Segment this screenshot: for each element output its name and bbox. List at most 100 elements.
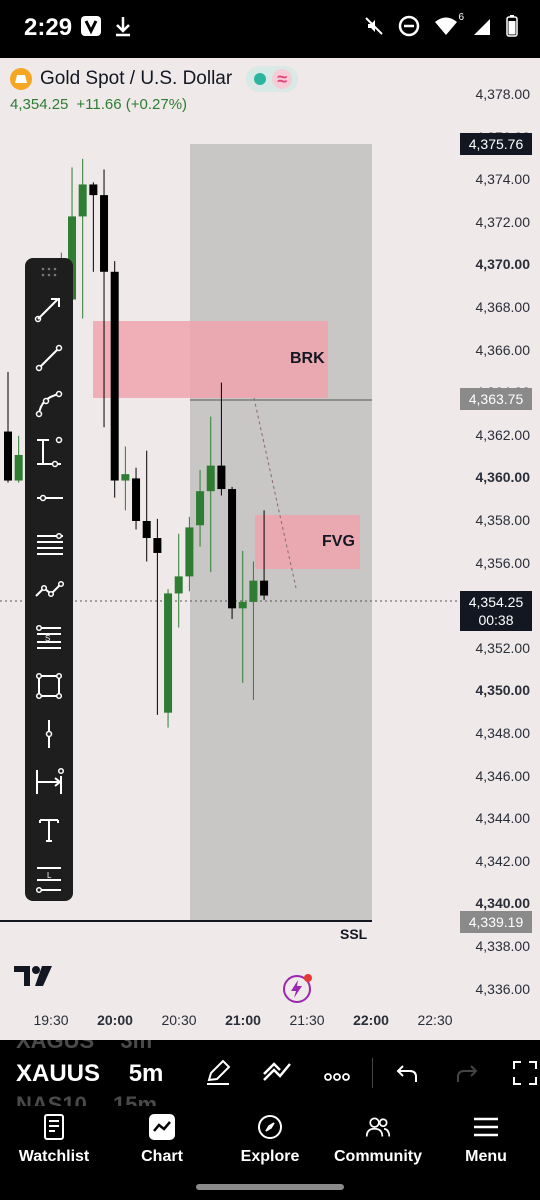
- long-position-tool-icon[interactable]: L: [29, 858, 69, 898]
- price-axis-label: 4,338.00: [475, 938, 531, 954]
- drawing-toolbar[interactable]: S L: [25, 258, 73, 901]
- candle: [228, 486, 237, 619]
- dnd-icon: [398, 15, 420, 42]
- price-axis-label: 4,366.00: [475, 341, 531, 358]
- price-axis-label: 4,336.00: [475, 980, 531, 997]
- bottom-nav[interactable]: Watchlist Chart Explore Community Menu: [0, 1106, 540, 1200]
- text-tool-icon[interactable]: [29, 810, 69, 850]
- candle: [110, 261, 119, 498]
- gann-fib-tool-icon[interactable]: S: [29, 618, 69, 658]
- candle-body: [110, 271, 119, 481]
- pencil-icon[interactable]: [204, 1058, 232, 1091]
- price-row: 4,354.25 +11.66 (+0.27%): [10, 96, 187, 113]
- toolbar-drag-handle[interactable]: [29, 260, 69, 284]
- candle-body: [164, 593, 173, 713]
- fullscreen-icon[interactable]: [512, 1060, 538, 1091]
- candle-body: [89, 184, 98, 196]
- nav-explore[interactable]: Explore: [220, 1114, 320, 1166]
- home-indicator[interactable]: [196, 1184, 344, 1190]
- candle-body: [14, 454, 23, 481]
- nav-label: Community: [334, 1148, 422, 1165]
- price-axis-label: 4,370.00: [475, 256, 531, 273]
- svg-text:L: L: [47, 871, 52, 880]
- candle-body: [78, 184, 87, 217]
- symbol-title[interactable]: Gold Spot / U.S. Dollar: [40, 68, 232, 90]
- pattern-tool-icon[interactable]: [29, 570, 69, 610]
- market-open-dot-icon: [254, 73, 267, 85]
- chart-area[interactable]: Gold Spot / U.S. Dollar ≈ 4,354.25 +11.6…: [0, 58, 540, 1040]
- time-axis[interactable]: 19:30 20:00 20:30 21:00 21:30 22:00 22:30: [0, 1012, 540, 1034]
- price-range-tool-icon[interactable]: [29, 432, 69, 472]
- trend-icon[interactable]: [262, 1060, 292, 1089]
- last-price-tag: 4,354.25 00:38: [460, 591, 532, 631]
- candle-body: [217, 465, 226, 490]
- wifi-badge: 6: [458, 12, 464, 23]
- candle-body: [121, 474, 130, 481]
- candle-body: [153, 538, 162, 553]
- redo-icon[interactable]: [456, 1062, 478, 1089]
- vertical-line-tool-icon[interactable]: [29, 714, 69, 754]
- candle: [89, 182, 98, 272]
- last-price: 4,354.25: [10, 96, 69, 113]
- prev-symbol-row[interactable]: XAGUS 3m: [16, 1040, 152, 1054]
- candle-body: [185, 527, 194, 577]
- current-interval[interactable]: 5m: [129, 1060, 164, 1087]
- time-axis-label: 21:30: [289, 1012, 325, 1028]
- next-symbol-row[interactable]: NAS10 15m: [16, 1092, 157, 1106]
- nav-label: Chart: [141, 1148, 183, 1165]
- rectangle-tool-icon[interactable]: [29, 666, 69, 706]
- curve-tool-icon[interactable]: [29, 384, 69, 424]
- candle: [121, 446, 130, 511]
- compass-icon: [257, 1114, 283, 1140]
- chart-bottom-toolbar[interactable]: XAGUS 3m XAUUS 5m NAS10 15m: [0, 1040, 540, 1106]
- candle-body: [238, 601, 247, 609]
- signal-icon: [472, 16, 492, 41]
- price-axis-label: 4,346.00: [475, 767, 531, 784]
- candle: [142, 450, 151, 562]
- mute-icon: [364, 16, 384, 41]
- time-axis-label: 20:00: [97, 1012, 133, 1028]
- nav-watchlist[interactable]: Watchlist: [4, 1114, 104, 1166]
- price-change: +11.66 (+0.27%): [76, 96, 188, 113]
- nav-community[interactable]: Community: [328, 1114, 428, 1166]
- candle-body: [196, 491, 205, 526]
- candle: [153, 518, 162, 715]
- price-axis-label: 4,352.00: [475, 639, 531, 656]
- undo-icon[interactable]: [396, 1062, 418, 1089]
- price-chart[interactable]: [0, 58, 540, 1040]
- countdown-timer: 00:38: [478, 612, 514, 628]
- more-icon[interactable]: [324, 1068, 350, 1086]
- flash-icon[interactable]: [283, 974, 312, 1003]
- nav-chart[interactable]: Chart: [112, 1114, 212, 1166]
- price-axis-label: 4,344.00: [475, 810, 531, 827]
- time-axis-label: 19:30: [33, 1012, 69, 1028]
- price-axis-label: 4,342.00: [475, 852, 531, 869]
- download-icon: [114, 15, 132, 42]
- status-time: 2:29: [24, 14, 73, 41]
- current-symbol[interactable]: XAUUS: [16, 1060, 100, 1087]
- arrow-tool-icon[interactable]: [29, 288, 69, 328]
- symbol-header[interactable]: Gold Spot / U.S. Dollar ≈: [10, 66, 299, 92]
- status-right-icons: 6: [364, 12, 518, 42]
- candle-body: [142, 521, 151, 539]
- nav-menu[interactable]: Menu: [436, 1114, 536, 1166]
- nav-label: Explore: [240, 1148, 300, 1165]
- price-axis-label: 4,362.00: [475, 426, 531, 443]
- tradingview-logo[interactable]: [14, 966, 54, 994]
- candle: [164, 589, 173, 728]
- price-axis-label: 4,368.00: [475, 299, 531, 315]
- horizontal-ray-tool-icon[interactable]: [29, 478, 69, 518]
- battery-icon: [506, 15, 518, 42]
- gold-symbol-icon: [10, 68, 32, 90]
- date-range-tool-icon[interactable]: [29, 762, 69, 802]
- parallel-channel-tool-icon[interactable]: [29, 524, 69, 564]
- candle-body: [174, 576, 183, 594]
- trend-line-tool-icon[interactable]: [29, 338, 69, 378]
- high-price-tag: 4,375.76: [460, 133, 532, 155]
- market-status-pill[interactable]: ≈: [246, 66, 299, 92]
- line-price-tag: 4,363.75: [460, 388, 532, 410]
- current-symbol-row[interactable]: XAUUS 5m: [16, 1060, 163, 1088]
- low-price-tag: 4,339.19: [460, 911, 532, 933]
- time-axis-label: 22:00: [353, 1012, 389, 1028]
- candle: [78, 158, 87, 319]
